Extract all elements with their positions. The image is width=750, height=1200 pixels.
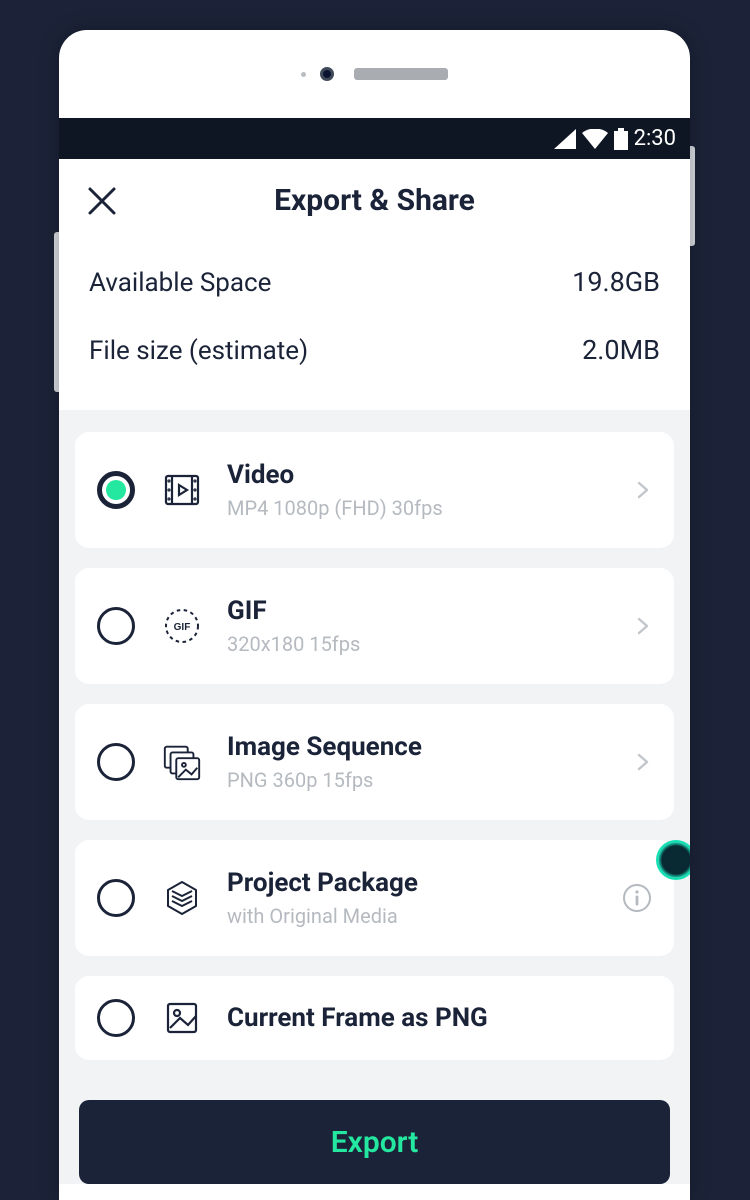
option-subtitle: PNG 360p 15fps: [227, 768, 634, 792]
option-subtitle: 320x180 15fps: [227, 632, 634, 656]
speaker-grill: [354, 68, 448, 80]
header: Export & Share: [59, 159, 690, 228]
project-package-icon: [161, 878, 203, 918]
option-title: Image Sequence: [227, 732, 634, 762]
chevron-right-icon[interactable]: [634, 617, 652, 635]
camera-dot: [320, 67, 334, 81]
chevron-right-icon[interactable]: [634, 753, 652, 771]
available-space-value: 19.8GB: [572, 266, 660, 298]
wifi-icon: [582, 129, 608, 149]
option-title: Current Frame as PNG: [227, 1003, 652, 1033]
option-title: Video: [227, 460, 634, 490]
export-button-label: Export: [331, 1125, 419, 1160]
info-block: Available Space 19.8GB File size (estima…: [59, 228, 690, 410]
cell-signal-icon: [554, 129, 576, 149]
option-image-sequence[interactable]: Image Sequence PNG 360p 15fps: [75, 704, 674, 820]
sensor-dot: [301, 72, 306, 77]
radio-unselected-icon[interactable]: [97, 879, 135, 917]
option-title: Project Package: [227, 868, 622, 898]
chevron-right-icon[interactable]: [634, 481, 652, 499]
battery-icon: [614, 128, 628, 150]
gif-icon: GIF: [161, 606, 203, 646]
option-subtitle: MP4 1080p (FHD) 30fps: [227, 496, 634, 520]
floating-app-badge-icon[interactable]: [658, 842, 690, 878]
radio-unselected-icon[interactable]: [97, 743, 135, 781]
option-subtitle: with Original Media: [227, 904, 622, 928]
image-icon: [161, 998, 203, 1038]
option-gif[interactable]: GIF GIF 320x180 15fps: [75, 568, 674, 684]
device-frame: 2:30 Export & Share Available Space 19.8…: [59, 30, 690, 1200]
device-bezel-top: [59, 30, 690, 118]
screen: Export & Share Available Space 19.8GB Fi…: [59, 159, 690, 1184]
option-current-frame-png[interactable]: Current Frame as PNG: [75, 976, 674, 1060]
radio-unselected-icon[interactable]: [97, 999, 135, 1037]
option-project-package[interactable]: Project Package with Original Media: [75, 840, 674, 956]
status-bar: 2:30: [59, 118, 690, 159]
export-button[interactable]: Export: [79, 1100, 670, 1184]
available-space-row: Available Space 19.8GB: [89, 248, 660, 316]
video-icon: [161, 470, 203, 510]
page-title: Export & Share: [85, 183, 664, 218]
image-sequence-icon: [161, 742, 203, 782]
option-video[interactable]: Video MP4 1080p (FHD) 30fps: [75, 432, 674, 548]
export-options: Video MP4 1080p (FHD) 30fps GIF GIF: [59, 410, 690, 1088]
status-time: 2:30: [634, 126, 676, 151]
radio-selected-icon[interactable]: [97, 471, 135, 509]
available-space-label: Available Space: [89, 268, 271, 298]
info-icon[interactable]: [622, 883, 652, 913]
export-bar: Export: [59, 1088, 690, 1184]
file-size-label: File size (estimate): [89, 336, 308, 366]
file-size-value: 2.0MB: [582, 334, 660, 366]
radio-unselected-icon[interactable]: [97, 607, 135, 645]
svg-text:GIF: GIF: [174, 622, 191, 633]
option-title: GIF: [227, 596, 634, 626]
file-size-row: File size (estimate) 2.0MB: [89, 316, 660, 384]
